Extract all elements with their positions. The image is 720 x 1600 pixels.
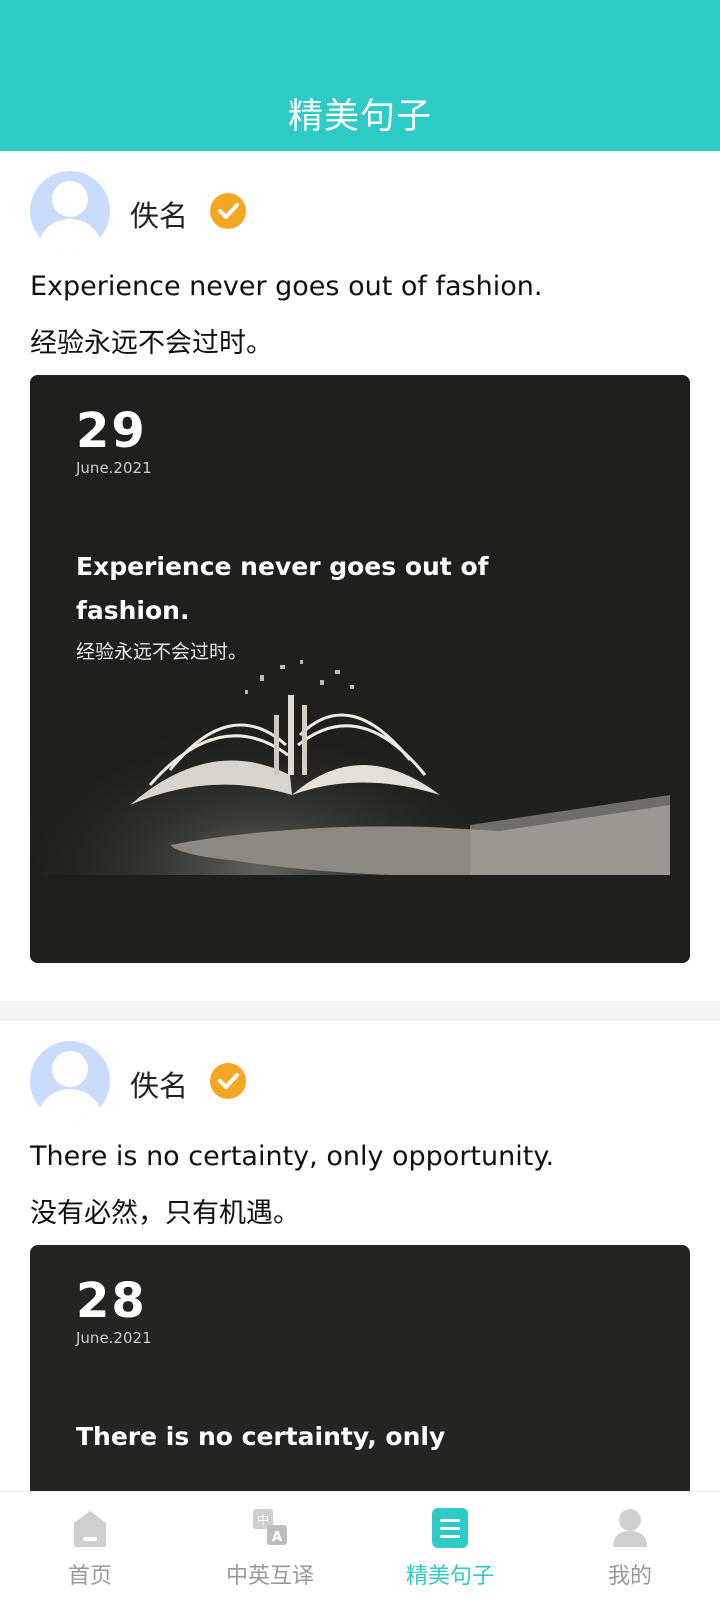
svg-text:中: 中 — [257, 1512, 269, 1527]
quote-english: Experience never goes out of fashion. — [30, 271, 543, 302]
avatar[interactable] — [30, 171, 110, 251]
avatar-body-shape — [38, 219, 102, 251]
card-date-day: 28 — [76, 1273, 147, 1329]
translate-icon: 中 A — [253, 1509, 287, 1545]
tab-sentences[interactable]: 精美句子 — [360, 1492, 540, 1600]
verified-badge-icon — [210, 193, 246, 229]
bottom-tab-bar: 首页 中 A 中英互译 精美句子 我的 — [0, 1491, 720, 1600]
tab-home[interactable]: 首页 — [0, 1492, 180, 1600]
avatar-head-shape — [52, 1051, 88, 1087]
page-title: 精美句子 — [287, 97, 432, 137]
author-name: 佚名 — [130, 199, 189, 233]
avatar-body-shape — [38, 1089, 102, 1121]
home-icon — [74, 1511, 106, 1547]
verified-badge-icon — [210, 1063, 246, 1099]
top-bar: 精美句子 — [0, 0, 720, 151]
tab-translate[interactable]: 中 A 中英互译 — [180, 1492, 360, 1600]
tab-profile[interactable]: 我的 — [540, 1492, 720, 1600]
card-quote-english: There is no certainty, only — [76, 1422, 446, 1451]
card-date-day: 29 — [76, 403, 147, 459]
quote-chinese: 没有必然，只有机遇。 — [30, 1198, 300, 1229]
quote-image-card[interactable]: 29 June.2021 Experience never goes out o… — [30, 375, 690, 963]
card-quote-english: Experience never goes out of fashion. — [76, 552, 489, 625]
sentence-icon — [432, 1508, 468, 1548]
tab-label: 中英互译 — [225, 1564, 314, 1589]
post-card: 佚名 There is no certainty, only opportuni… — [0, 1021, 720, 1491]
svg-text:A: A — [272, 1530, 282, 1545]
card-date-month: June.2021 — [76, 459, 152, 477]
quote-english: There is no certainty, only opportunity. — [30, 1141, 555, 1172]
profile-icon — [613, 1509, 647, 1547]
tab-label: 我的 — [607, 1564, 652, 1589]
post-card: 佚名 Experience never goes out of fashion.… — [0, 151, 720, 1001]
sentence-feed[interactable]: 佚名 Experience never goes out of fashion.… — [0, 151, 720, 1491]
avatar-head-shape — [52, 181, 88, 217]
card-quote-chinese: 经验永远不会过时。 — [76, 641, 248, 663]
author-row[interactable]: 佚名 — [30, 1041, 690, 1121]
avatar[interactable] — [30, 1041, 110, 1121]
author-row[interactable]: 佚名 — [30, 171, 690, 251]
tab-label: 首页 — [67, 1564, 112, 1589]
card-date-month: June.2021 — [76, 1329, 152, 1347]
quote-chinese: 经验永远不会过时。 — [30, 328, 273, 359]
quote-image-card[interactable]: 28 June.2021 There is no certainty, only — [30, 1245, 690, 1491]
app-screen: 精美句子 佚名 Experience never goes out of fas… — [0, 0, 720, 1600]
post-divider — [0, 1001, 720, 1021]
tab-label: 精美句子 — [405, 1564, 494, 1589]
author-name: 佚名 — [130, 1069, 189, 1103]
